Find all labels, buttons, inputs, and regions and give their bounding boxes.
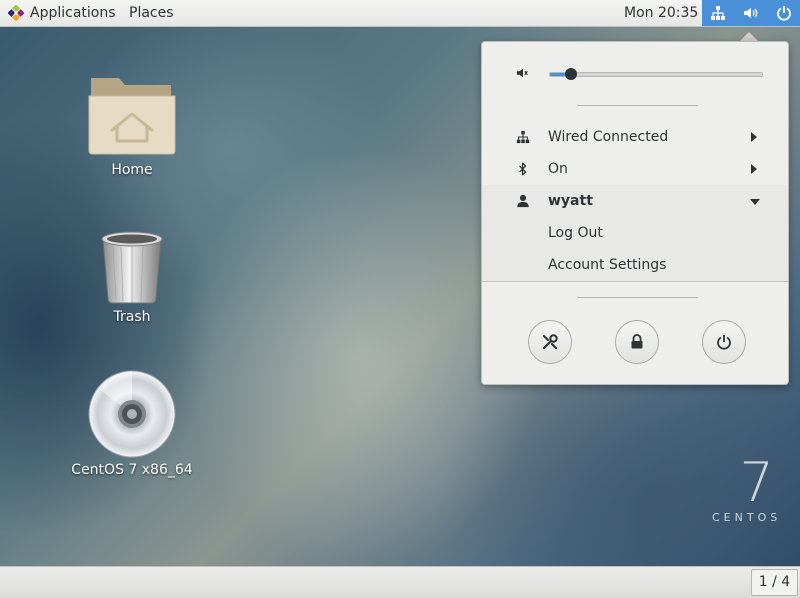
- log-out-label: Log Out: [548, 225, 603, 241]
- power-off-button[interactable]: [702, 320, 746, 364]
- centos-logo-icon: [8, 5, 24, 21]
- trash-icon: [101, 231, 163, 304]
- home-label: Home: [111, 162, 153, 178]
- disc-icon: [88, 370, 176, 458]
- volume-slider-knob[interactable]: [565, 68, 578, 80]
- bluetooth-icon: [519, 162, 527, 176]
- account-settings-item[interactable]: Account Settings: [482, 249, 788, 281]
- workspace-switcher[interactable]: 1 / 4: [751, 569, 798, 596]
- centos-wordmark: CENTOS: [712, 511, 782, 524]
- power-icon: [717, 335, 731, 350]
- lock-button[interactable]: [615, 320, 659, 364]
- account-settings-label: Account Settings: [548, 257, 667, 273]
- applications-menu[interactable]: Applications: [8, 0, 116, 26]
- bluetooth-item[interactable]: On: [482, 153, 788, 185]
- user-name: wyatt: [548, 193, 593, 209]
- disc-label: CentOS 7 x86_64: [71, 462, 193, 478]
- submenu-arrow-icon: [751, 164, 757, 174]
- wired-connection-item[interactable]: Wired Connected: [482, 121, 788, 153]
- centos-version-number: 7: [739, 451, 774, 514]
- user-icon: [517, 194, 529, 208]
- applications-label: Applications: [30, 5, 116, 21]
- power-icon: [776, 6, 791, 21]
- volume-row: [482, 58, 788, 90]
- desktop-icon-home[interactable]: Home: [62, 72, 202, 178]
- submenu-arrow-icon: [751, 132, 757, 142]
- system-status-menu-button[interactable]: [702, 0, 800, 26]
- bottom-bar: [0, 566, 800, 598]
- separator: [577, 297, 698, 298]
- centos-watermark: 7 CENTOS: [712, 455, 782, 525]
- bluetooth-label: On: [548, 161, 568, 177]
- desktop-icon-disc[interactable]: CentOS 7 x86_64: [62, 370, 202, 478]
- places-menu[interactable]: Places: [129, 0, 174, 26]
- network-icon: [516, 130, 530, 144]
- volume-slider[interactable]: [549, 68, 763, 80]
- volume-muted-icon: [516, 68, 528, 78]
- top-bar: Applications Places Mon 20:35: [0, 0, 800, 27]
- settings-icon: [542, 334, 558, 350]
- lock-icon: [631, 334, 643, 349]
- desktop-icon-trash[interactable]: Trash: [62, 229, 202, 325]
- wired-connection-label: Wired Connected: [548, 129, 669, 145]
- user-item[interactable]: wyatt: [482, 185, 788, 217]
- volume-icon: [743, 8, 758, 18]
- log-out-item[interactable]: Log Out: [482, 217, 788, 249]
- network-icon: [711, 6, 726, 20]
- trash-label: Trash: [113, 309, 151, 325]
- separator: [577, 105, 698, 106]
- system-menu-popup: Wired Connected On wyatt Log Out Account…: [481, 41, 789, 385]
- home-folder-icon: [88, 78, 176, 155]
- divider: [482, 281, 788, 282]
- settings-button[interactable]: [528, 320, 572, 364]
- clock[interactable]: Mon 20:35: [624, 0, 698, 26]
- expand-arrow-icon: [750, 199, 760, 205]
